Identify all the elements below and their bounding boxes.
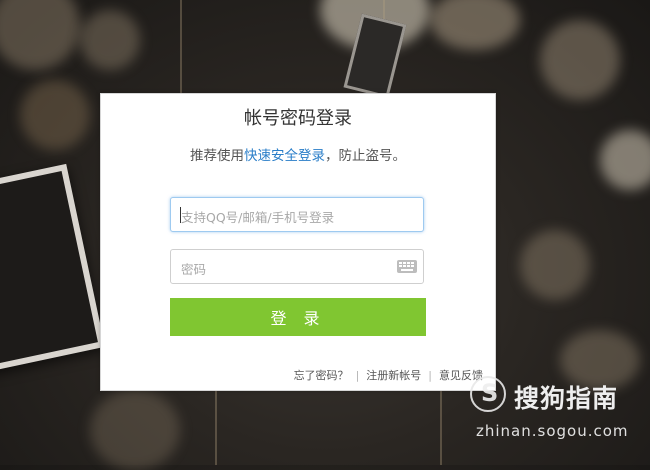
photo-frame: [0, 163, 106, 374]
login-dialog: 帐号密码登录 推荐使用快速安全登录，防止盗号。 支持QQ号/邮箱/手机号登录 密…: [100, 93, 496, 391]
watermark-name: 搜狗指南: [514, 384, 619, 413]
bokeh-light: [90, 390, 180, 470]
bokeh-light: [20, 80, 90, 150]
forgot-password-link[interactable]: 忘了密码？: [294, 369, 349, 382]
password-input[interactable]: 密码: [170, 249, 424, 284]
account-input[interactable]: 支持QQ号/邮箱/手机号登录: [170, 197, 424, 232]
link-separator: |: [355, 369, 360, 382]
login-button[interactable]: 登 录: [170, 298, 426, 336]
bokeh-light: [80, 10, 140, 70]
bokeh-light: [540, 20, 620, 100]
sogou-logo-icon: S: [470, 376, 506, 412]
quick-login-link[interactable]: 快速安全登录: [244, 148, 325, 164]
bokeh-light: [430, 0, 520, 50]
dialog-subtitle: 推荐使用快速安全登录，防止盗号。: [101, 144, 495, 164]
register-link[interactable]: 注册新帐号: [366, 369, 421, 382]
hanging-string: [440, 390, 442, 465]
hanging-string: [215, 390, 217, 465]
keyboard-icon[interactable]: [397, 260, 417, 273]
bokeh-light: [520, 230, 590, 300]
hanging-string: [180, 0, 182, 95]
bokeh-light: [600, 130, 650, 190]
subtitle-prefix: 推荐使用: [190, 148, 244, 164]
dialog-title: 帐号密码登录: [244, 108, 352, 129]
bokeh-light: [0, 0, 80, 70]
link-separator: |: [428, 369, 432, 382]
footer-links: 忘了密码？ | 注册新帐号 | 意见反馈: [294, 367, 483, 383]
watermark-url: zhinan.sogou.com: [476, 422, 629, 440]
account-placeholder: 支持QQ号/邮箱/手机号登录: [181, 210, 335, 225]
subtitle-suffix: ，防止盗号。: [325, 148, 406, 164]
password-placeholder: 密码: [181, 262, 207, 277]
